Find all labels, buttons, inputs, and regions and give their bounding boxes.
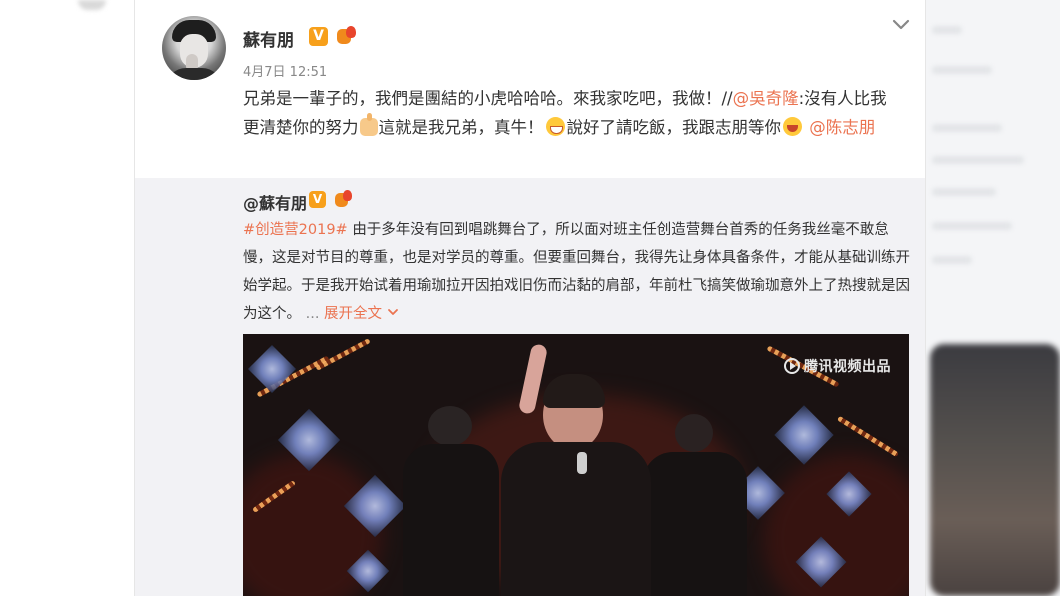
singer-hair: [543, 374, 605, 408]
microphone: [577, 452, 587, 474]
background-ghost-text: [932, 188, 996, 196]
fan-badge-icon: [335, 26, 357, 46]
thumbs-up-icon: [359, 113, 378, 136]
mention-link[interactable]: @吳奇隆: [733, 89, 799, 108]
singer-body: [501, 442, 651, 596]
fan-badge-icon: [333, 190, 355, 210]
background-ghost-text: [932, 256, 972, 264]
grin-emoji-icon: [545, 117, 565, 136]
repost-text: #创造营2019# 由于多年没有回到唱跳舞台了，所以面对班主任创造营舞台首秀的任…: [243, 216, 911, 328]
post-text-part: 兄弟是一輩子的，我們是團結的小虎哈哈哈。來我家吃吧，我做！//: [243, 89, 733, 108]
username[interactable]: 蘇有朋: [243, 26, 294, 51]
background-ghost-text: [932, 124, 1002, 132]
dancer-left: [403, 444, 499, 596]
chevron-down-icon: [387, 309, 398, 315]
background-ghost-text: [932, 26, 962, 34]
background-ghost-text: [932, 66, 992, 74]
stage-light-diamond: [247, 344, 297, 394]
background-blurred-photo: [930, 344, 1060, 596]
mention-link[interactable]: @陈志朋: [809, 118, 875, 137]
verified-icon: V: [309, 191, 326, 208]
verified-icon: V: [309, 27, 328, 46]
background-ghost-text: [932, 156, 1024, 164]
weibo-post-card: 蘇有朋 V 4月7日 12:51 兄弟是一輩子的，我們是團結的小虎哈哈哈。來我家…: [134, 0, 926, 596]
background-right: [926, 0, 1060, 596]
video-thumbnail[interactable]: 腾讯视频出品: [243, 334, 909, 596]
post-text-part: 這就是我兄弟，真牛！: [378, 118, 544, 137]
background-blur-shape: [78, 0, 106, 10]
background-left: [0, 0, 134, 596]
dancer-left-head: [428, 406, 472, 446]
post-text: 兄弟是一輩子的，我們是團結的小虎哈哈哈。來我家吃吧，我做！//@吳奇隆:沒有人比…: [243, 84, 903, 142]
ellipsis: ...: [305, 306, 320, 322]
post-timestamp[interactable]: 4月7日 12:51: [243, 61, 327, 80]
repost-username[interactable]: @蘇有朋: [243, 190, 307, 214]
laugh-emoji-icon: [783, 117, 802, 136]
dancer-right: [643, 452, 747, 596]
expand-full-text-link[interactable]: 展开全文: [324, 306, 399, 322]
watermark-text: 腾讯视频出品: [804, 359, 891, 375]
dancer-right-head: [675, 414, 713, 452]
avatar[interactable]: [162, 16, 226, 80]
hashtag-link[interactable]: #创造营2019#: [243, 222, 348, 238]
expand-label: 展开全文: [324, 306, 383, 322]
post-text-part: 說好了請吃飯，我跟志朋等你: [566, 118, 782, 137]
video-watermark: 腾讯视频出品: [784, 356, 891, 376]
tencent-video-logo-icon: [784, 358, 800, 374]
reposted-content: @蘇有朋 V #创造营2019# 由于多年没有回到唱跳舞台了，所以面对班主任创造…: [135, 178, 925, 596]
stage-light-diamond: [774, 405, 834, 465]
background-ghost-text: [932, 222, 1012, 230]
chevron-down-icon[interactable]: [891, 18, 911, 32]
